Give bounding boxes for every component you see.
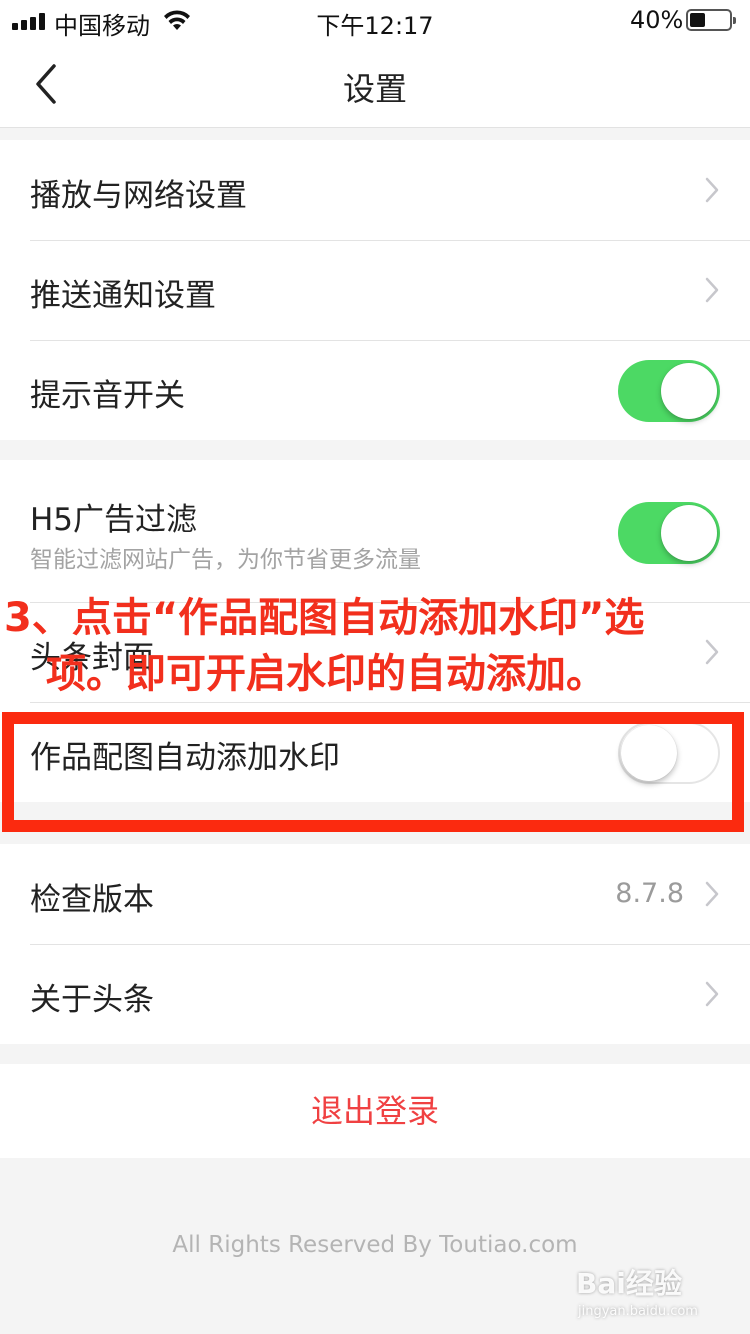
row-label: H5广告过滤 xyxy=(30,502,198,538)
watermark-logo: Bai经验 xyxy=(576,1267,682,1300)
row-label: 推送通知设置 xyxy=(30,278,216,314)
row-label: 提示音开关 xyxy=(30,378,185,414)
row-label: 关于头条 xyxy=(30,982,154,1018)
annotation-line-2: 项。即可开启水印的自动添加。 xyxy=(46,651,606,697)
settings-row-h5-ad-filter: H5广告过滤 智能过滤网站广告，为你节省更多流量 xyxy=(0,460,750,602)
settings-row-about-toutiao[interactable]: 关于头条 xyxy=(0,944,750,1044)
highlight-box xyxy=(2,712,744,832)
version-number: 8.7.8 xyxy=(615,878,684,909)
settings-row-check-version[interactable]: 检查版本 8.7.8 xyxy=(0,844,750,944)
logout-button[interactable]: 退出登录 xyxy=(0,1064,750,1158)
copyright-footer: All Rights Reserved By Toutiao.com xyxy=(172,1232,578,1258)
status-bar: 中国移动 下午12:17 40% xyxy=(0,0,750,40)
watermark-url: jingyan.baidu.com xyxy=(578,1304,698,1319)
chevron-right-icon xyxy=(705,981,719,1007)
settings-row-push-notifications[interactable]: 推送通知设置 xyxy=(0,240,750,340)
chevron-right-icon xyxy=(705,881,719,907)
chevron-right-icon xyxy=(705,177,719,203)
toggle-knob xyxy=(661,363,717,419)
settings-group-about: 检查版本 8.7.8 关于头条 xyxy=(0,844,750,1044)
row-label: 播放与网络设置 xyxy=(30,178,247,214)
row-label: 检查版本 xyxy=(30,882,154,918)
tutorial-annotation: 3、点击“作品配图自动添加水印”选 项。即可开启水印的自动添加。 xyxy=(4,590,750,702)
battery-percent: 40% xyxy=(630,6,684,34)
battery-fill xyxy=(690,13,705,27)
battery-icon xyxy=(686,9,736,31)
h5-ad-filter-toggle[interactable] xyxy=(618,502,720,564)
toggle-knob xyxy=(661,505,717,561)
row-description: 智能过滤网站广告，为你节省更多流量 xyxy=(30,547,421,573)
settings-group-general: 播放与网络设置 推送通知设置 提示音开关 xyxy=(0,140,750,440)
settings-row-playback-network[interactable]: 播放与网络设置 xyxy=(0,140,750,240)
nav-bar: 设置 xyxy=(0,40,750,128)
page-title: 设置 xyxy=(342,70,407,108)
sound-toggle[interactable] xyxy=(618,360,720,422)
baidu-jingyan-watermark: Bai经验 jingyan.baidu.com xyxy=(576,1262,726,1322)
settings-row-sound: 提示音开关 xyxy=(0,340,750,440)
annotation-line-1: 3、点击“作品配图自动添加水印”选 xyxy=(4,595,645,641)
chevron-right-icon xyxy=(705,277,719,303)
